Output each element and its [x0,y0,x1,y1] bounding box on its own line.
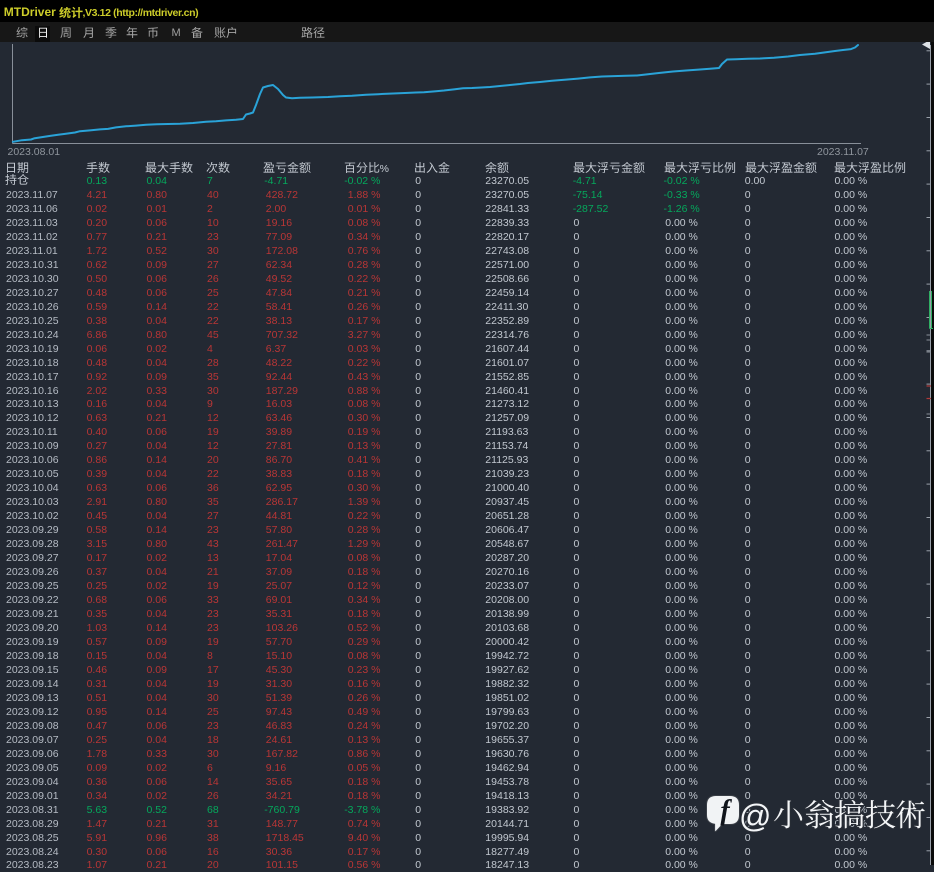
svg-text:@: @ [741,800,771,834]
